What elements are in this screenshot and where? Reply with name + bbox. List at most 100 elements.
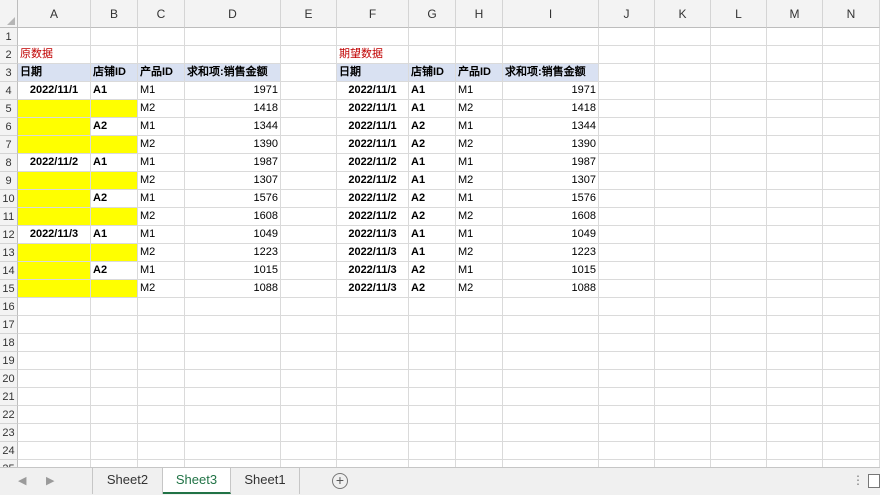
cell[interactable] [281,388,337,406]
cell[interactable] [767,316,823,334]
cell[interactable] [823,136,880,154]
cell[interactable] [767,28,823,46]
right-header-cell[interactable]: 店铺ID [409,64,456,82]
right-amount-cell[interactable]: 1344 [503,118,599,136]
next-sheet-icon[interactable]: ▶ [46,474,54,487]
left-date-cell[interactable] [18,190,91,208]
left-amount-cell[interactable]: 1971 [185,82,281,100]
cell[interactable] [823,172,880,190]
cell[interactable] [503,352,599,370]
cell[interactable] [767,190,823,208]
cell[interactable] [655,118,711,136]
cell[interactable] [711,406,767,424]
cell[interactable] [503,316,599,334]
left-date-cell[interactable]: 2022/11/3 [18,226,91,244]
cell[interactable] [138,316,185,334]
right-product-cell[interactable]: M1 [456,262,503,280]
cell[interactable] [337,316,409,334]
cell[interactable] [456,352,503,370]
right-amount-cell[interactable]: 1223 [503,244,599,262]
cell[interactable] [599,388,655,406]
cell[interactable] [138,28,185,46]
left-header-cell[interactable]: 店铺ID [91,64,138,82]
right-header-cell[interactable]: 产品ID [456,64,503,82]
left-product-cell[interactable]: M1 [138,226,185,244]
cell[interactable] [503,28,599,46]
cell[interactable] [503,406,599,424]
right-date-cell[interactable]: 2022/11/2 [337,208,409,226]
cell[interactable] [281,280,337,298]
cell[interactable] [599,208,655,226]
cell[interactable] [655,46,711,64]
cell[interactable] [185,46,281,64]
left-date-cell[interactable] [18,280,91,298]
cell[interactable] [185,424,281,442]
cell[interactable] [823,298,880,316]
cell[interactable] [138,352,185,370]
right-date-cell[interactable]: 2022/11/2 [337,172,409,190]
cell[interactable] [823,226,880,244]
left-date-cell[interactable]: 2022/11/1 [18,82,91,100]
cell[interactable] [711,424,767,442]
cell[interactable] [91,352,138,370]
left-date-cell[interactable] [18,172,91,190]
cell[interactable] [337,406,409,424]
cell[interactable] [711,118,767,136]
cell[interactable] [91,406,138,424]
left-product-cell[interactable]: M1 [138,118,185,136]
left-store-cell[interactable]: A2 [91,118,138,136]
cell[interactable] [337,334,409,352]
right-amount-cell[interactable]: 1049 [503,226,599,244]
cell[interactable] [409,424,456,442]
cell[interactable] [767,298,823,316]
cell[interactable] [823,352,880,370]
cell[interactable] [409,388,456,406]
right-date-cell[interactable]: 2022/11/1 [337,118,409,136]
cell[interactable] [138,406,185,424]
cell[interactable] [655,298,711,316]
row-header-3[interactable]: 3 [0,64,18,82]
cell[interactable] [281,262,337,280]
cell[interactable] [91,442,138,460]
cell[interactable] [655,280,711,298]
cell[interactable] [711,172,767,190]
cell[interactable] [138,370,185,388]
cell[interactable] [655,226,711,244]
cell[interactable] [599,82,655,100]
cell[interactable] [91,316,138,334]
left-header-cell[interactable]: 日期 [18,64,91,82]
left-store-cell[interactable]: A1 [91,226,138,244]
cell[interactable] [767,136,823,154]
cell[interactable] [138,46,185,64]
cell[interactable] [599,226,655,244]
row-header-18[interactable]: 18 [0,334,18,352]
cell[interactable] [711,442,767,460]
cell[interactable] [281,298,337,316]
cell[interactable] [281,172,337,190]
right-date-cell[interactable]: 2022/11/1 [337,100,409,118]
cell[interactable] [337,388,409,406]
cell[interactable] [337,28,409,46]
left-store-cell[interactable]: A1 [91,82,138,100]
cell[interactable] [599,172,655,190]
cell[interactable] [18,352,91,370]
cell[interactable] [138,298,185,316]
left-store-cell[interactable] [91,244,138,262]
cell[interactable] [823,370,880,388]
column-header-c[interactable]: C [138,0,185,28]
row-header-2[interactable]: 2 [0,46,18,64]
cell[interactable] [823,262,880,280]
sheet-tab-sheet1[interactable]: Sheet1 [231,468,300,494]
left-amount-cell[interactable]: 1987 [185,154,281,172]
cell[interactable] [655,262,711,280]
row-header-6[interactable]: 6 [0,118,18,136]
cell[interactable] [185,442,281,460]
cell[interactable] [456,370,503,388]
cell[interactable] [599,118,655,136]
cell[interactable] [281,334,337,352]
left-date-cell[interactable] [18,262,91,280]
cell[interactable] [281,406,337,424]
cell[interactable] [823,460,880,467]
cell[interactable] [823,154,880,172]
cell[interactable] [599,244,655,262]
